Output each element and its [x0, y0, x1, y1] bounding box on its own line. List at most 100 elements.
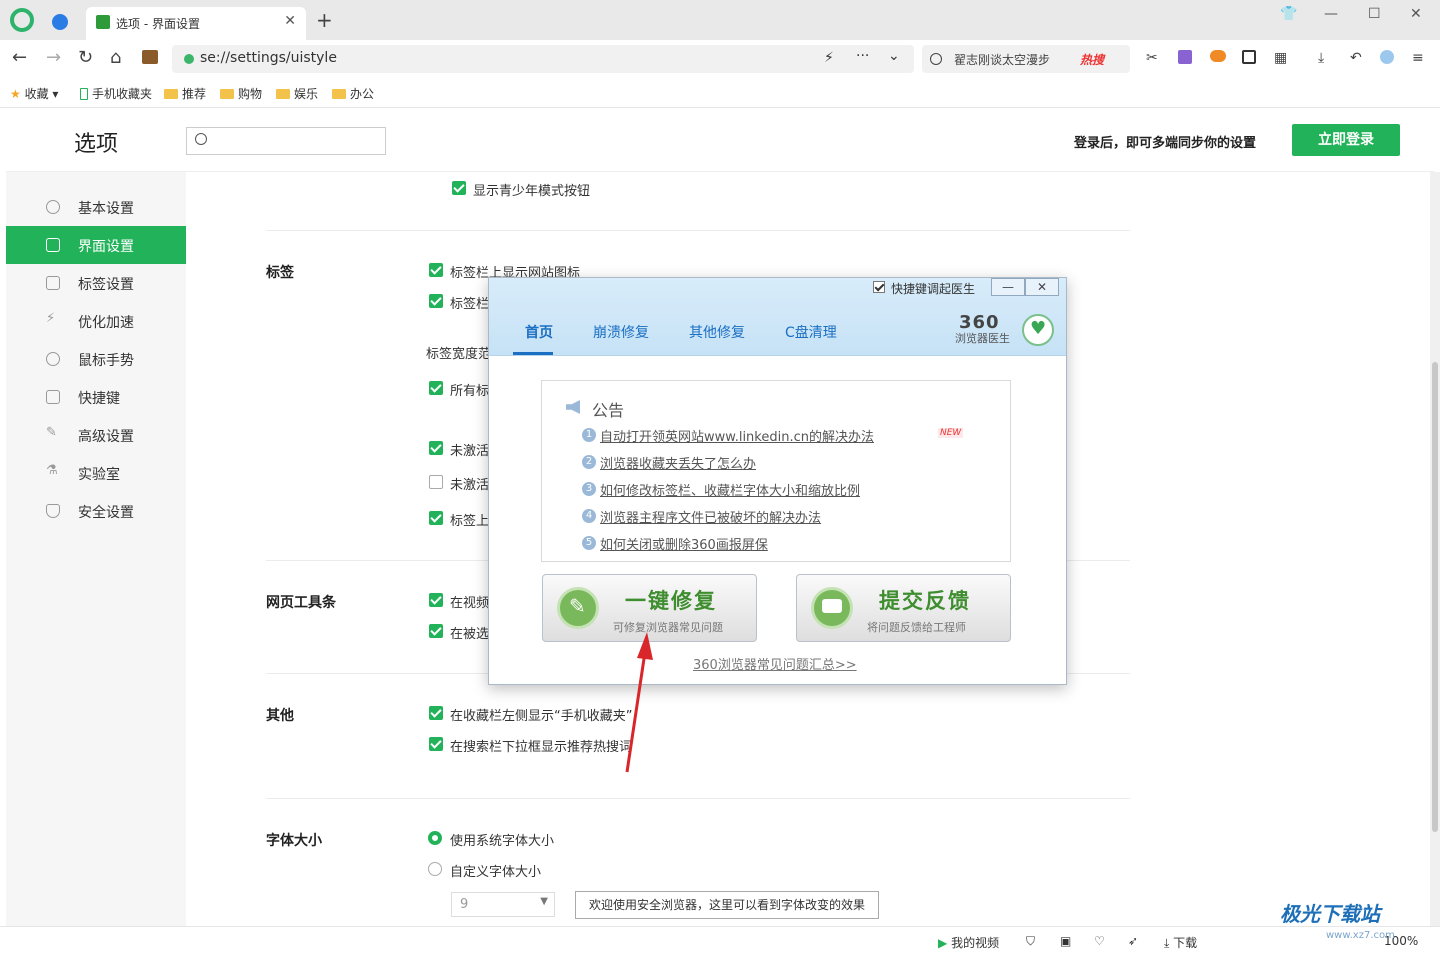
rocket-icon[interactable]: ➶ [1128, 934, 1138, 948]
sidebar-item-interface[interactable]: 界面设置 [6, 226, 186, 264]
minimize-window-button[interactable]: — [1324, 6, 1338, 22]
dialog-close-button[interactable]: ✕ [1025, 278, 1059, 296]
other-section-title: 其他 [266, 708, 294, 724]
notice-link[interactable]: 自动打开领英网站www.linkedin.cn的解决办法 [600, 426, 874, 445]
toolbar-opt1-checkbox[interactable] [429, 593, 443, 607]
tab-crash-repair[interactable]: 崩溃修复 [593, 322, 649, 342]
notice-link[interactable]: 浏览器收藏夹丢失了怎么办 [600, 453, 756, 472]
bookmark-favorites[interactable]: ★ 收藏 ▾ [10, 85, 58, 102]
search-query[interactable]: 翟志刚谈太空漫步 [954, 51, 1050, 68]
system-font-radio[interactable] [428, 831, 442, 845]
tabs-opt5-checkbox[interactable] [429, 475, 443, 489]
font-size-select[interactable]: 9 ▼ [451, 892, 555, 917]
tab-icon [46, 276, 60, 290]
translate-icon[interactable] [1178, 50, 1192, 64]
menu-icon[interactable]: ≡ [1412, 50, 1424, 66]
address-url[interactable]: se://settings/uistyle [200, 50, 337, 66]
back-icon[interactable]: ← [12, 48, 27, 68]
submit-feedback-button[interactable]: 提交反馈 将问题反馈给工程师 [796, 574, 1011, 642]
teen-mode-checkbox[interactable] [452, 181, 466, 195]
sidebar-item-tabs[interactable]: 标签设置 [6, 264, 186, 302]
bookmark-mobile[interactable]: 手机收藏夹 [80, 85, 152, 102]
feedback-title: 提交反馈 [879, 589, 971, 613]
login-button[interactable]: 立即登录 [1292, 124, 1400, 156]
custom-font-radio[interactable] [428, 862, 442, 876]
settings-search-input[interactable] [186, 127, 386, 155]
folder-icon [276, 89, 290, 99]
feedback-subtitle: 将问题反馈给工程师 [867, 621, 966, 634]
tabs-opt3-checkbox[interactable] [429, 381, 443, 395]
other-opt1-checkbox[interactable] [429, 706, 443, 720]
notice-link[interactable]: 如何关闭或删除360画报屏保 [600, 534, 768, 553]
notice-link[interactable]: 如何修改标签栏、收藏栏字体大小和缩放比例 [600, 480, 860, 499]
tabs-opt6-checkbox[interactable] [429, 511, 443, 525]
sidebar-item-optimize[interactable]: ⚡ 优化加速 [6, 302, 186, 340]
bookmark-folder-entertainment[interactable]: 娱乐 [276, 85, 318, 102]
maximize-window-button[interactable]: ☐ [1368, 6, 1381, 22]
apps-grid-icon[interactable]: ▦ [1274, 50, 1287, 66]
shield-status-icon[interactable]: ⛉ [1026, 934, 1035, 949]
tabs-opt4-checkbox[interactable] [429, 441, 443, 455]
tabs-opt1-checkbox[interactable] [429, 263, 443, 277]
close-window-button[interactable]: ✕ [1410, 6, 1422, 22]
bookmark-folder-office[interactable]: 办公 [332, 85, 374, 102]
tabs-opt2-checkbox[interactable] [429, 294, 443, 308]
skin-icon[interactable]: 👕 [1280, 6, 1297, 22]
search-icon [930, 53, 942, 65]
wallet-icon[interactable] [142, 50, 158, 64]
sidebar-item-basic[interactable]: 基本设置 [6, 188, 186, 226]
page-scrollbar[interactable] [1430, 172, 1440, 926]
sidebar-item-lab[interactable]: ⚗ 实验室 [6, 454, 186, 492]
new-tab-button[interactable]: + [316, 10, 333, 30]
scrollbar-thumb[interactable] [1432, 362, 1438, 832]
browser-doctor-dialog: 快捷键调起医生 — ✕ 首页 崩溃修复 其他修复 C盘清理 360 浏览器医生 … [488, 277, 1067, 685]
heart-icon[interactable]: ♡ [1094, 934, 1105, 948]
notice-panel: 公告 1 自动打开领英网站www.linkedin.cn的解决办法 NEW 2 … [541, 380, 1011, 562]
tab-close-icon[interactable]: ✕ [284, 13, 296, 29]
sidebar-item-mouse[interactable]: 鼠标手势 [6, 340, 186, 378]
hot-search-badge[interactable]: 热搜 [1080, 51, 1104, 68]
reload-icon[interactable]: ↻ [78, 48, 93, 68]
login-hint: 登录后，即可多端同步你的设置 [1074, 136, 1257, 151]
lightning-icon[interactable]: ⚡ [824, 50, 834, 66]
number-badge: 5 [582, 536, 596, 550]
sidebar-item-security[interactable]: 安全设置 [6, 492, 186, 530]
address-bar[interactable]: se://settings/uistyle ⚡ ··· ⌄ [172, 45, 914, 73]
bookmark-folder-shopping[interactable]: 购物 [220, 85, 262, 102]
forward-icon[interactable]: → [46, 48, 61, 68]
lightning-icon: ⚡ [46, 311, 56, 326]
active-tab[interactable]: 选项 - 界面设置 ✕ [86, 7, 306, 40]
pinned-tab-icon[interactable] [52, 14, 68, 30]
download-icon[interactable]: ⤓ [1318, 50, 1324, 66]
chevron-down-icon[interactable]: ⌄ [888, 48, 900, 64]
sidebar-item-shortcuts[interactable]: 快捷键 [6, 378, 186, 416]
notice-link[interactable]: 浏览器主程序文件已被破坏的解决办法 [600, 507, 821, 526]
other-opt2-checkbox[interactable] [429, 737, 443, 751]
one-click-repair-button[interactable]: ✎ 一键修复 可修复浏览器常见问题 [542, 574, 757, 642]
play-icon: ▶ [938, 936, 948, 950]
browser-edge-icon[interactable] [1380, 50, 1394, 64]
tab-disk-clean[interactable]: C盘清理 [785, 322, 837, 342]
bookmark-folder-recommend[interactable]: 推荐 [164, 85, 206, 102]
faq-link[interactable]: 360浏览器常见问题汇总>> [693, 654, 857, 673]
more-icon[interactable]: ··· [856, 48, 869, 64]
home-icon[interactable]: ⌂ [110, 48, 121, 68]
reader-icon[interactable] [1242, 50, 1256, 64]
image-icon[interactable]: ▣ [1060, 934, 1071, 948]
scissors-icon[interactable]: ✂ [1146, 50, 1158, 66]
settings-tab-icon [96, 15, 110, 29]
search-box[interactable]: 翟志刚谈太空漫步 热搜 [922, 45, 1130, 73]
game-icon[interactable] [1210, 50, 1226, 62]
tab-other-repair[interactable]: 其他修复 [689, 322, 745, 342]
browser-logo-icon[interactable] [10, 8, 34, 32]
hotkey-checkbox[interactable] [873, 281, 885, 293]
repair-title: 一键修复 [625, 589, 717, 613]
undo-icon[interactable]: ↶ [1350, 50, 1362, 66]
download-status-button[interactable]: ⤓ 下载 [1164, 934, 1197, 951]
dialog-minimize-button[interactable]: — [991, 278, 1025, 296]
tab-home[interactable]: 首页 [525, 322, 553, 342]
sidebar-item-advanced[interactable]: ✎ 高级设置 [6, 416, 186, 454]
toolbar-opt2-checkbox[interactable] [429, 624, 443, 638]
my-video-button[interactable]: ▶ 我的视频 [938, 934, 999, 951]
other-opt2-label: 在搜索栏下拉框显示推荐热搜词 [450, 740, 633, 755]
